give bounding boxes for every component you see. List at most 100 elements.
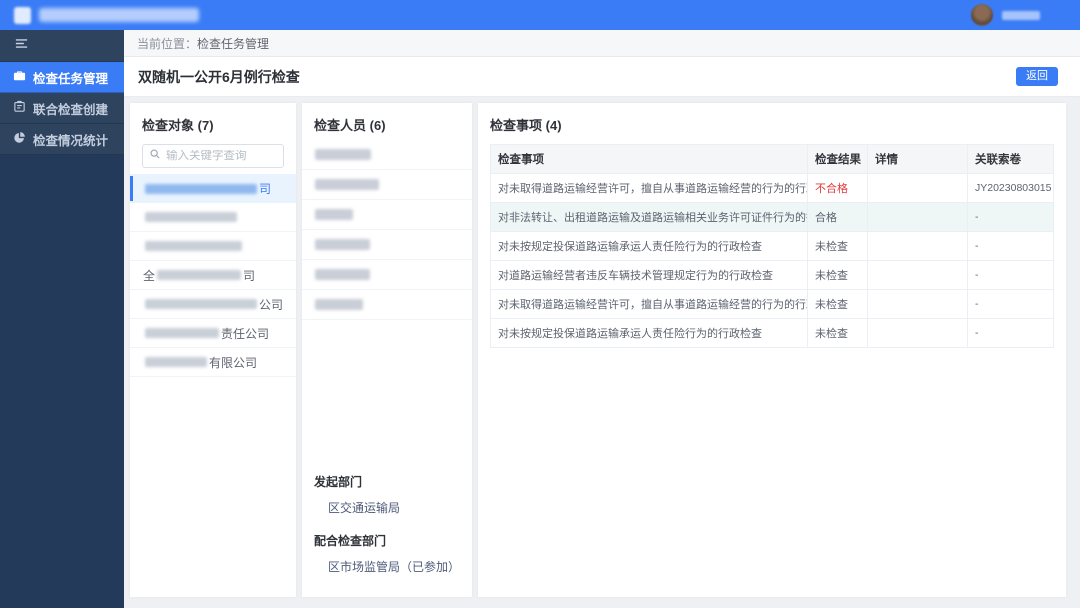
table-row: 对未按规定投保道路运输承运人责任险行为的行政检查 未检查 - xyxy=(490,318,1054,348)
staff-panel: 检查人员 (6) 发起部门 区交通运输局 配合检查部门 区市场监管局（已参加） xyxy=(302,103,472,597)
redacted-name xyxy=(315,299,363,310)
col-result: 检查结果 xyxy=(807,144,868,174)
item-name-cell: 对未取得道路运输经营许可，擅自从事道路运输经营的行为的行政检查 xyxy=(490,173,808,203)
target-visible-suffix: 责任公司 xyxy=(221,326,270,341)
archive-cell: - xyxy=(967,318,1054,348)
staff-list-item[interactable] xyxy=(302,290,472,320)
target-list-item[interactable]: 公司 xyxy=(130,290,296,319)
collapse-menu-icon[interactable] xyxy=(14,36,29,56)
table-row: 对道路运输经营者违反车辆技术管理规定行为的行政检查 未检查 - xyxy=(490,260,1054,290)
staff-list-item[interactable] xyxy=(302,260,472,290)
clipboard-edit-icon xyxy=(13,100,26,116)
cooperator-dept-value: 区市场监管局（已参加） xyxy=(328,560,461,574)
col-item: 检查事项 xyxy=(490,144,808,174)
app-title-redacted xyxy=(39,8,199,22)
initiator-dept-label: 发起部门 xyxy=(314,475,363,489)
table-row: 对未取得道路运输经营许可，擅自从事道路运输经营的行为的行政检查 未检查 - xyxy=(490,289,1054,319)
redacted-name xyxy=(315,209,353,220)
initiator-dept-value: 区交通运输局 xyxy=(328,501,401,515)
target-list-item[interactable]: 全 司 xyxy=(130,261,296,290)
sidebar-item-label: 联合检查创建 xyxy=(33,102,109,117)
user-menu[interactable] xyxy=(971,4,1068,26)
app-logo-icon xyxy=(14,6,31,24)
target-list-item[interactable]: 有限公司 xyxy=(130,348,296,377)
sidebar: 检查任务管理 联合检查创建 检查情况统计 xyxy=(0,30,124,608)
sidebar-item-inspection-stats[interactable]: 检查情况统计 xyxy=(0,124,124,155)
table-header-row: 检查事项 检查结果 详情 关联索卷 xyxy=(490,144,1054,174)
staff-list-item[interactable] xyxy=(302,200,472,230)
sidebar-item-label: 检查任务管理 xyxy=(33,71,109,86)
breadcrumb-prefix: 当前位置： xyxy=(137,36,198,51)
archive-cell: - xyxy=(967,202,1054,232)
breadcrumb: 当前位置： 检查任务管理 xyxy=(124,30,1080,57)
redacted-name xyxy=(315,149,371,160)
redacted-name xyxy=(315,239,370,250)
result-cell: 不合格 xyxy=(807,173,868,203)
col-archive: 关联索卷 xyxy=(967,144,1054,174)
target-list-item[interactable] xyxy=(130,232,296,261)
table-row: 对未按规定投保道路运输承运人责任险行为的行政检查 未检查 - xyxy=(490,231,1054,261)
target-visible-suffix: 司 xyxy=(243,268,256,283)
archive-cell: - xyxy=(967,289,1054,319)
detail-cell xyxy=(867,260,968,290)
archive-cell: - xyxy=(967,231,1054,261)
sidebar-item-label: 检查情况统计 xyxy=(33,133,109,148)
result-cell: 未检查 xyxy=(807,260,868,290)
redacted-text xyxy=(145,328,219,338)
username-redacted[interactable] xyxy=(1002,10,1040,20)
target-search[interactable] xyxy=(142,144,284,168)
archive-cell: JY20230803015 xyxy=(967,173,1054,203)
detail-cell xyxy=(867,202,968,232)
sidebar-item-joint-inspection-create[interactable]: 联合检查创建 xyxy=(0,93,124,124)
result-cell: 未检查 xyxy=(807,231,868,261)
items-panel-title: 检查事项 (4) xyxy=(490,118,562,133)
item-name-cell: 对未取得道路运输经营许可，擅自从事道路运输经营的行为的行政检查 xyxy=(490,289,808,319)
target-list: 司 全 司 公司 责任公司 有限公司 xyxy=(130,174,296,377)
result-cell: 未检查 xyxy=(807,318,868,348)
staff-list-item[interactable] xyxy=(302,170,472,200)
redacted-name xyxy=(315,269,370,280)
item-name-cell: 对未按规定投保道路运输承运人责任险行为的行政检查 xyxy=(490,231,808,261)
redacted-text xyxy=(145,357,207,367)
detail-cell xyxy=(867,289,968,319)
page-header: 双随机一公开6月例行检查 返回 xyxy=(124,57,1080,97)
target-list-item[interactable] xyxy=(130,203,296,232)
redacted-text xyxy=(157,270,242,280)
avatar[interactable] xyxy=(971,4,993,26)
table-row: 对未取得道路运输经营许可，擅自从事道路运输经营的行为的行政检查 不合格 JY20… xyxy=(490,173,1054,203)
breadcrumb-current: 检查任务管理 xyxy=(197,36,270,51)
search-input[interactable] xyxy=(166,150,277,162)
items-table: 检查事项 检查结果 详情 关联索卷 对未取得道路运输经营许可，擅自从事道路运输经… xyxy=(490,144,1054,348)
item-name-cell: 对未按规定投保道路运输承运人责任险行为的行政检查 xyxy=(490,318,808,348)
sidebar-item-inspection-task-mgmt[interactable]: 检查任务管理 xyxy=(0,62,124,93)
result-cell: 未检查 xyxy=(807,289,868,319)
target-list-item[interactable]: 司 xyxy=(130,174,296,203)
cooperator-dept-label: 配合检查部门 xyxy=(314,534,387,548)
redacted-text xyxy=(145,183,257,194)
pie-chart-icon xyxy=(13,131,26,147)
targets-panel: 检查对象 (7) 司 全 司 公司 xyxy=(130,103,296,597)
target-visible-suffix: 公司 xyxy=(259,297,284,312)
archive-cell: - xyxy=(967,260,1054,290)
target-list-item[interactable]: 责任公司 xyxy=(130,319,296,348)
staff-panel-title: 检查人员 (6) xyxy=(314,118,386,133)
detail-cell xyxy=(867,231,968,261)
redacted-name xyxy=(315,179,379,190)
table-row: 对非法转让、出租道路运输及道路运输相关业务许可证件行为的行政检查 合格 - xyxy=(490,202,1054,232)
top-bar xyxy=(0,0,1080,30)
staff-count: (6) xyxy=(369,118,386,133)
items-count: (4) xyxy=(545,118,562,133)
item-name-cell: 对非法转让、出租道路运输及道路运输相关业务许可证件行为的行政检查 xyxy=(490,202,808,232)
staff-list-item[interactable] xyxy=(302,140,472,170)
col-detail: 详情 xyxy=(867,144,968,174)
redacted-text xyxy=(145,212,237,222)
back-button[interactable]: 返回 xyxy=(1016,67,1058,86)
targets-count: (7) xyxy=(197,118,214,133)
staff-list xyxy=(302,140,472,320)
target-visible-suffix: 司 xyxy=(259,182,272,196)
briefcase-icon xyxy=(13,69,26,85)
redacted-text xyxy=(145,241,242,251)
staff-list-item[interactable] xyxy=(302,230,472,260)
target-visible-prefix: 全 xyxy=(143,268,156,283)
sidebar-nav: 检查任务管理 联合检查创建 检查情况统计 xyxy=(0,62,124,155)
